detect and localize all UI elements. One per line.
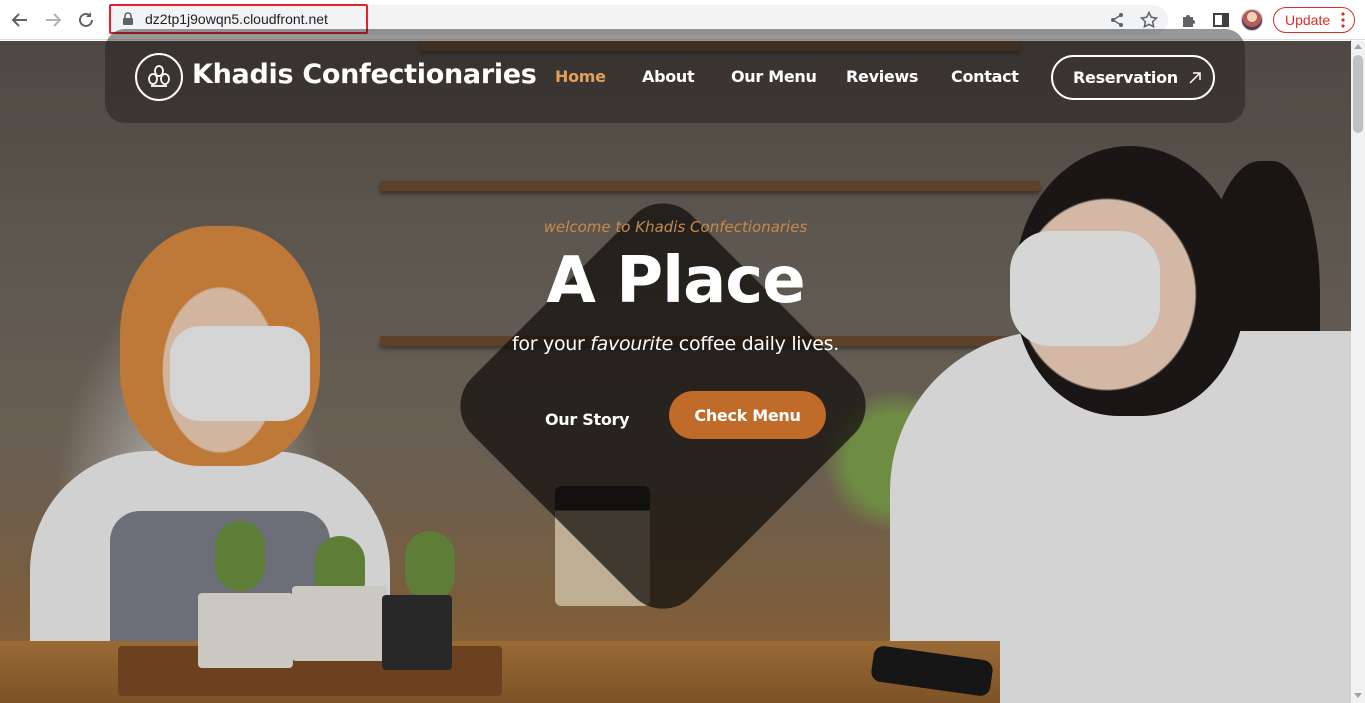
- reservation-label: Reservation: [1073, 68, 1178, 87]
- our-story-link[interactable]: Our Story: [545, 410, 630, 429]
- coffee-beans-icon: [148, 65, 170, 87]
- scroll-down-arrow-icon[interactable]: [1354, 693, 1362, 698]
- check-menu-button[interactable]: Check Menu: [669, 391, 826, 439]
- brand-logo[interactable]: [135, 53, 183, 101]
- back-arrow-icon[interactable]: [8, 8, 32, 32]
- star-icon[interactable]: [1139, 10, 1159, 30]
- hero-section: [0, 41, 1351, 703]
- share-icon[interactable]: [1107, 10, 1127, 30]
- brand-name[interactable]: Khadis Confectionaries: [192, 59, 537, 90]
- hero-headline: A Place: [546, 244, 805, 318]
- puzzle-extension-icon[interactable]: [1179, 10, 1199, 30]
- update-label: Update: [1285, 12, 1331, 28]
- hero-welcome-text: welcome to Khadis Confectionaries: [543, 218, 808, 236]
- more-vert-icon: [1341, 12, 1345, 28]
- nav-our-menu[interactable]: Our Menu: [731, 67, 817, 86]
- nav-contact[interactable]: Contact: [951, 67, 1019, 86]
- hero-subline: for your favourite coffee daily lives.: [512, 333, 839, 355]
- lock-icon: [123, 12, 133, 25]
- reload-icon[interactable]: [74, 8, 98, 32]
- scroll-thumb[interactable]: [1353, 55, 1363, 133]
- scroll-up-arrow-icon[interactable]: [1354, 44, 1362, 49]
- profile-avatar[interactable]: [1241, 9, 1263, 31]
- nav-reviews[interactable]: Reviews: [846, 67, 918, 86]
- side-panel-icon[interactable]: [1211, 10, 1231, 30]
- reservation-button[interactable]: Reservation: [1051, 55, 1215, 100]
- update-button[interactable]: Update: [1273, 7, 1355, 33]
- nav-about[interactable]: About: [642, 67, 695, 86]
- url-text: dz2tp1j9owqn5.cloudfront.net: [145, 11, 328, 27]
- nav-home[interactable]: Home: [555, 67, 606, 86]
- arrow-up-right-icon: [1189, 71, 1201, 84]
- forward-arrow-icon[interactable]: [41, 8, 65, 32]
- page-scrollbar[interactable]: [1351, 41, 1365, 703]
